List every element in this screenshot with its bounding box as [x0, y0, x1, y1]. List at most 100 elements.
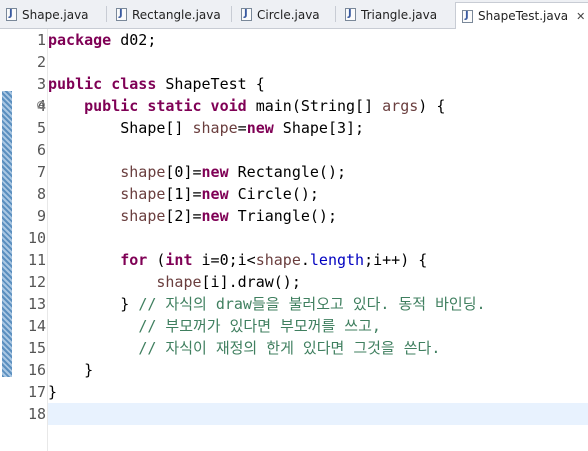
line-number: 16	[27, 361, 46, 379]
comment: // 자식의 draw들을 불러오고 있다. 동적 바인딩.	[138, 295, 486, 313]
line-number: 7	[36, 163, 46, 181]
code-text: }	[48, 383, 58, 401]
java-file-icon	[116, 8, 127, 21]
tab-shape-java[interactable]: Shape.java	[6, 2, 89, 27]
code-line-16: }	[48, 359, 93, 381]
line-number: 6	[36, 141, 46, 159]
code-line-13: } // 자식의 draw들을 불러오고 있다. 동적 바인딩.	[48, 293, 486, 315]
keyword: new	[201, 163, 229, 181]
keyword: for	[120, 251, 148, 269]
java-file-icon	[6, 8, 17, 21]
close-icon[interactable]: ✕	[576, 10, 585, 23]
code-line-11: for (int i=0;i<shape.length;i++) {	[48, 249, 427, 271]
code-line-12: shape[i].draw();	[48, 271, 301, 293]
code-text: .	[300, 251, 310, 269]
java-file-icon	[241, 8, 252, 21]
code-text: Shape[3];	[273, 119, 365, 137]
line-number: 18	[27, 405, 46, 423]
line-number: 3	[36, 75, 46, 93]
line-number: 14	[27, 317, 46, 335]
line-number: 10	[27, 229, 46, 247]
tab-label: Shape.java	[22, 7, 89, 22]
code-text: ) {	[418, 97, 446, 115]
tab-label: Rectangle.java	[132, 7, 221, 22]
java-file-icon	[462, 9, 473, 23]
code-line-1: package d02;	[48, 29, 156, 51]
parameter: args	[382, 97, 419, 115]
tab-label: ShapeTest.java	[478, 9, 569, 23]
line-number: 5	[36, 119, 46, 137]
code-text: main(String[]	[246, 97, 383, 115]
local-variable: shape	[120, 207, 166, 225]
tab-shapetest-java[interactable]: ShapeTest.java ✕	[455, 2, 588, 29]
code-text: ;i++) {	[364, 251, 428, 269]
tab-separator	[335, 6, 336, 22]
code-editor[interactable]: 1 2 3 4 5 6 7 8 9 10 11 12 13 14 15 16 1…	[0, 29, 588, 451]
code-text: Circle();	[228, 185, 319, 203]
tab-separator	[106, 6, 107, 22]
code-line-7: shape[0]=new Rectangle();	[48, 161, 346, 183]
keyword: package	[48, 31, 112, 49]
code-text: i=0;i<	[192, 251, 256, 269]
code-line-15: // 자식이 재정의 한게 있다면 그것을 쓴다.	[48, 337, 440, 359]
code-text: }	[120, 295, 139, 313]
tab-label: Circle.java	[257, 7, 320, 22]
code-text: }	[84, 361, 94, 379]
line-number: 2	[36, 53, 46, 71]
code-text: [i].draw();	[201, 273, 301, 291]
line-number: 15	[27, 339, 46, 357]
code-text: Triangle();	[228, 207, 337, 225]
local-variable: shape	[156, 273, 202, 291]
code-line-8: shape[1]=new Circle();	[48, 183, 319, 205]
tab-rectangle-java[interactable]: Rectangle.java	[116, 2, 221, 27]
line-number-gutter: 1 2 3 4 5 6 7 8 9 10 11 12 13 14 15 16 1…	[12, 29, 46, 451]
local-variable: shape	[120, 163, 166, 181]
code-text: [1]=	[165, 185, 202, 203]
tab-triangle-java[interactable]: Triangle.java	[345, 2, 437, 27]
java-file-icon	[345, 8, 356, 21]
keyword: new	[246, 119, 274, 137]
line-number: 11	[27, 251, 46, 269]
tab-circle-java[interactable]: Circle.java	[241, 2, 320, 27]
fold-collapse-icon[interactable]: ⊖	[37, 101, 45, 110]
keyword: new	[201, 185, 229, 203]
local-variable: shape	[192, 119, 238, 137]
code-text: [0]=	[165, 163, 202, 181]
code-line-9: shape[2]=new Triangle();	[48, 205, 337, 227]
keyword: new	[201, 207, 229, 225]
line-number: 1	[36, 31, 46, 49]
line-number: 9	[36, 207, 46, 225]
code-text: =	[237, 119, 247, 137]
code-line-14: // 부모꺼가 있다면 부모꺼를 쓰고,	[48, 315, 381, 337]
code-line-17: }	[48, 381, 57, 403]
comment: // 자식이 재정의 한게 있다면 그것을 쓴다.	[138, 339, 441, 357]
line-number: 17	[27, 383, 46, 401]
local-variable: shape	[120, 185, 166, 203]
tab-label: Triangle.java	[361, 7, 438, 22]
code-text: ShapeTest {	[156, 75, 265, 93]
keyword: public class	[48, 75, 157, 93]
code-text: d02;	[111, 31, 157, 49]
code-line-3: public class ShapeTest {	[48, 73, 265, 95]
local-variable: shape	[255, 251, 301, 269]
keyword: public static void	[84, 97, 247, 115]
line-number: 8	[36, 185, 46, 203]
code-text: Rectangle();	[228, 163, 347, 181]
field: length	[309, 251, 365, 269]
current-line-highlight	[48, 403, 588, 425]
code-text: Shape[]	[120, 119, 193, 137]
code-line-5: Shape[] shape=new Shape[3];	[48, 117, 364, 139]
keyword: int	[165, 251, 193, 269]
code-text: [2]=	[165, 207, 202, 225]
